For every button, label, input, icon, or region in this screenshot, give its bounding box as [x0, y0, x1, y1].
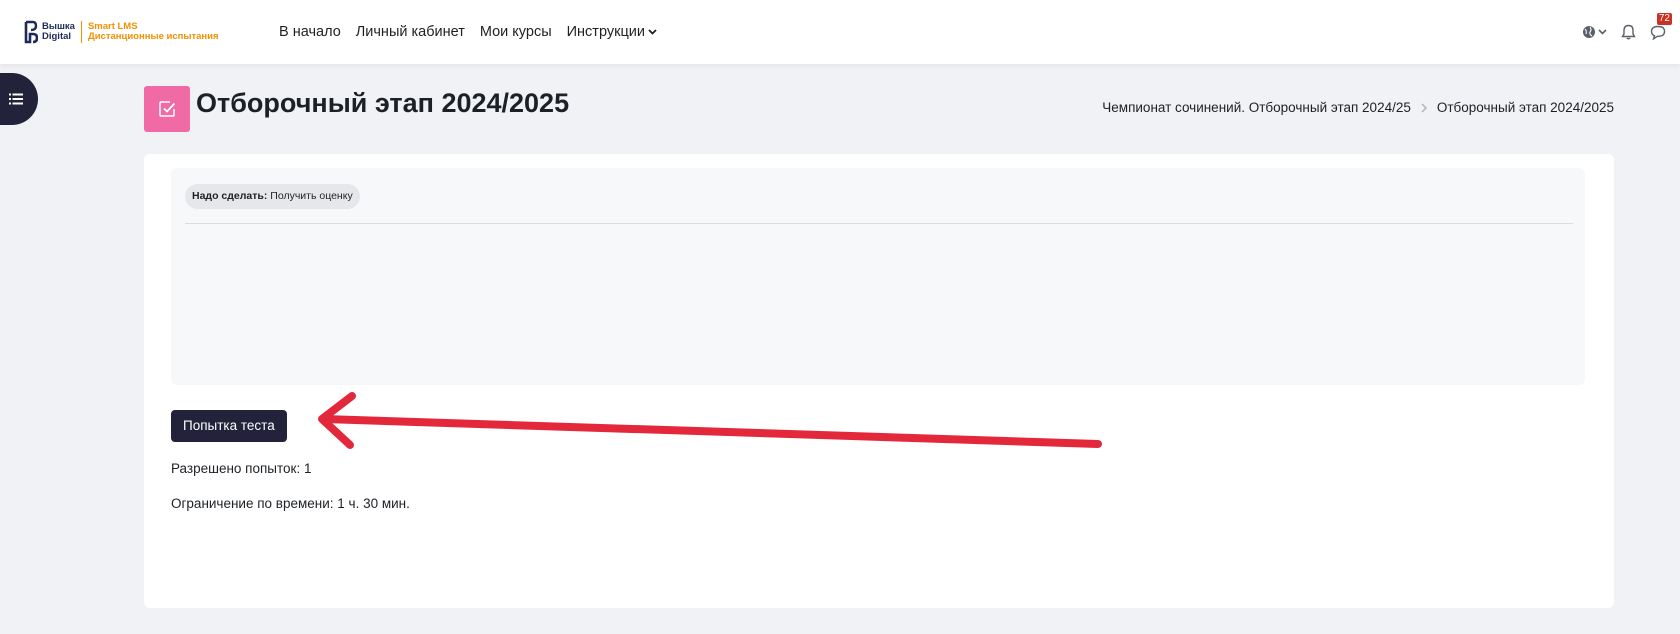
hse-logo-icon [24, 20, 38, 44]
panel-divider [185, 223, 1573, 224]
notifications-button[interactable] [1621, 24, 1636, 40]
list-icon [9, 93, 23, 105]
logo-product-text: Smart LMS Дистанционные испытания [88, 22, 219, 42]
nav-item-label: В начало [279, 24, 341, 40]
nav-item-dashboard[interactable]: Личный кабинет [356, 24, 465, 40]
messages-button[interactable]: 72 [1650, 12, 1672, 40]
logo-divider [80, 21, 82, 43]
logo-product-line-2: Дистанционные испытания [87, 31, 219, 42]
chevron-down-icon [1598, 29, 1607, 35]
page-title: Отборочный этап 2024/2025 [196, 88, 570, 118]
completion-requirement-badge: Надо сделать: Получить оценку [185, 184, 360, 209]
completion-value: Получить оценку [270, 190, 353, 202]
navbar-actions: 72 [1568, 0, 1672, 64]
nav-item-home[interactable]: В начало [279, 24, 341, 40]
checkbox-icon [159, 101, 176, 117]
logo-line-2: Digital [42, 31, 72, 42]
nav-item-instructions[interactable]: Инструкции [567, 24, 657, 40]
logo-brand-text: Вышка Digital [42, 22, 75, 42]
time-limit-text: Ограничение по времени: 1 ч. 30 мин. [171, 496, 410, 511]
attempts-allowed-text: Разрешено попыток: 1 [171, 461, 312, 476]
chevron-down-icon [648, 29, 657, 35]
breadcrumb-item-current[interactable]: Отборочный этап 2024/2025 [1437, 100, 1614, 115]
course-index-toggle[interactable] [0, 73, 38, 125]
site-logo[interactable]: Вышка Digital Smart LMS Дистанционные ис… [24, 18, 219, 46]
quiz-activity-icon [144, 86, 190, 132]
primary-navigation: В начало Личный кабинет Мои курсы Инстру… [279, 0, 672, 64]
completion-prefix: Надо сделать: [192, 190, 268, 202]
nav-item-label: Личный кабинет [355, 24, 465, 40]
nav-item-label: Инструкции [566, 24, 645, 40]
globe-icon [1583, 26, 1595, 38]
language-menu[interactable] [1582, 25, 1607, 39]
activity-card: Надо сделать: Получить оценку Попытка те… [144, 154, 1614, 608]
breadcrumb-item-course[interactable]: Чемпионат сочинений. Отборочный этап 202… [1102, 100, 1411, 115]
messages-count-badge: 72 [1656, 12, 1672, 25]
breadcrumb: Чемпионат сочинений. Отборочный этап 202… [1102, 100, 1614, 115]
top-navbar: Вышка Digital Smart LMS Дистанционные ис… [0, 0, 1680, 64]
nav-item-my-courses[interactable]: Мои курсы [480, 24, 552, 40]
chevron-right-icon [1421, 102, 1427, 113]
activity-header-panel: Надо сделать: Получить оценку [171, 168, 1585, 385]
annotation-arrow [318, 392, 1102, 449]
attempt-quiz-button[interactable]: Попытка теста [171, 410, 287, 442]
chat-icon [1650, 25, 1666, 40]
nav-item-label: Мои курсы [479, 24, 552, 40]
bell-icon [1621, 24, 1636, 40]
